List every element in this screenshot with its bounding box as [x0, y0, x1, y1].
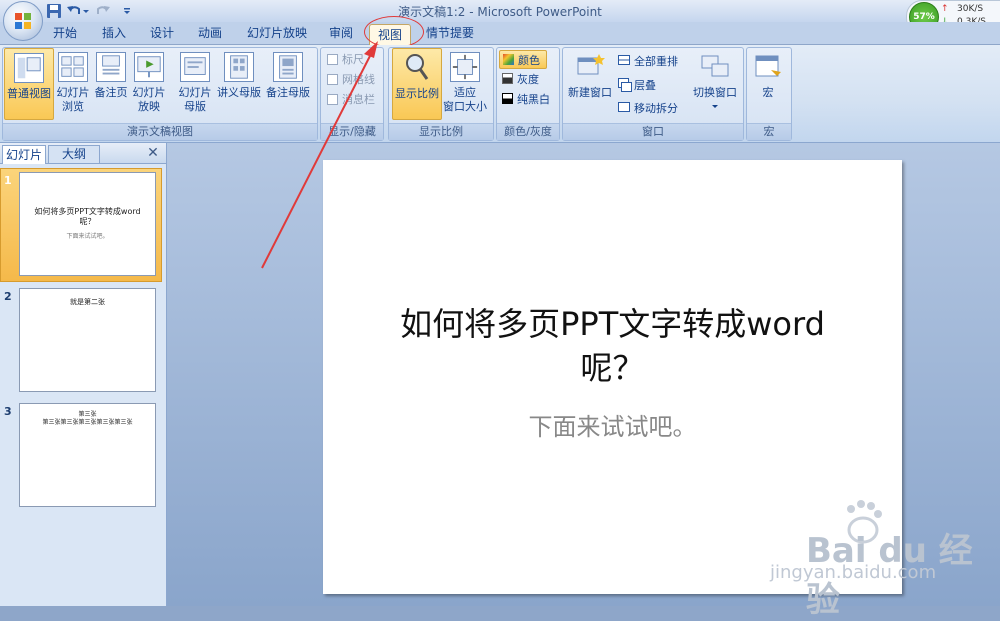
upload-speed: 30K/S	[957, 4, 984, 14]
normal-view-button[interactable]: 普通视图	[4, 48, 54, 120]
move-split-icon	[618, 102, 630, 112]
tab-outline[interactable]: 大纲	[48, 145, 100, 163]
macros-button[interactable]: 宏	[750, 48, 786, 118]
arrange-all-icon	[618, 55, 630, 65]
annotation-circle	[364, 16, 424, 48]
notes-master-icon	[273, 52, 303, 82]
group-label: 窗口	[563, 123, 743, 140]
message-bar-checkbox[interactable]	[327, 94, 338, 105]
slide-sorter-icon	[58, 52, 88, 82]
color-swatch-icon	[503, 54, 514, 65]
grayscale-button[interactable]: 灰度	[499, 70, 555, 87]
slide-show-icon	[134, 52, 164, 82]
ruler-label: 标尺	[342, 53, 364, 66]
switch-window-icon	[701, 55, 729, 77]
notes-page-button[interactable]: 备注页	[92, 48, 130, 118]
switch-window-button[interactable]: 切换窗口	[690, 48, 740, 118]
slide-show-button[interactable]: 幻灯片 放映	[131, 48, 167, 118]
fit-to-window-button[interactable]: 适应 窗口大小	[441, 48, 489, 118]
slide-subtitle[interactable]: 下面来试试吧。	[323, 407, 902, 442]
move-split-button[interactable]: 移动拆分	[617, 99, 687, 116]
tab-animations[interactable]: 动画	[194, 24, 226, 42]
group-label: 颜色/灰度	[497, 123, 559, 140]
color-button[interactable]: 颜色	[499, 50, 547, 69]
slide-master-icon	[180, 52, 210, 82]
watermark-url: jingyan.baidu.com	[770, 562, 937, 583]
arrange-all-button[interactable]: 全部重排	[617, 52, 687, 69]
message-bar-label: 消息栏	[342, 93, 375, 106]
upload-arrow-icon: ↑	[941, 4, 949, 14]
slide-thumbnail-3[interactable]: 第三张 第三张第三张第三张第三张第三张	[19, 403, 156, 507]
tab-home[interactable]: 开始	[49, 24, 81, 42]
slide-sorter-button[interactable]: 幻灯片 浏览	[55, 48, 91, 118]
tab-review[interactable]: 审阅	[325, 24, 357, 42]
tab-slides[interactable]: 幻灯片	[2, 145, 46, 164]
new-window-button[interactable]: 新建窗口	[566, 48, 614, 118]
office-button[interactable]	[3, 1, 43, 41]
ruler-checkbox[interactable]	[327, 54, 338, 65]
slide-number: 2	[4, 290, 12, 303]
gridlines-label: 网格线	[342, 73, 375, 86]
slide-number: 1	[4, 174, 12, 187]
handout-master-button[interactable]: 讲义母版	[215, 48, 263, 118]
cascade-button[interactable]: 层叠	[617, 76, 687, 93]
tab-design[interactable]: 设计	[146, 24, 178, 42]
tab-storyboarding[interactable]: 情节提要	[422, 24, 478, 42]
chevron-down-icon	[712, 105, 718, 108]
window-title: 演示文稿1:2 - Microsoft PowerPoint	[398, 5, 602, 19]
slide-title[interactable]: 如何将多页PPT文字转成word 呢？	[323, 302, 902, 390]
zoom-button[interactable]: 显示比例	[392, 48, 442, 120]
group-label: 宏	[747, 123, 791, 140]
slide-thumbnail-2[interactable]: 就是第二张	[19, 288, 156, 392]
slide-master-button[interactable]: 幻灯片 母版	[176, 48, 214, 118]
tab-insert[interactable]: 插入	[98, 24, 130, 42]
notes-master-button[interactable]: 备注母版	[264, 48, 312, 118]
tab-slide-show[interactable]: 幻灯片放映	[243, 24, 311, 42]
group-label: 演示文稿视图	[3, 123, 317, 140]
slide-number: 3	[4, 405, 12, 418]
normal-view-icon	[14, 53, 44, 83]
macros-icon	[755, 55, 781, 77]
fit-to-window-icon	[450, 52, 480, 82]
close-pane-icon[interactable]: ✕	[146, 145, 160, 161]
grayscale-icon	[502, 73, 513, 84]
black-white-icon	[502, 93, 513, 104]
new-window-icon	[577, 54, 605, 75]
pure-black-white-button[interactable]: 纯黑白	[499, 90, 555, 107]
group-label: 显示/隐藏	[321, 123, 383, 140]
office-logo-icon	[15, 13, 31, 29]
handout-master-icon	[224, 52, 254, 82]
slide-thumbnail-1[interactable]: 如何将多页PPT文字转成word 呢？ 下面来试试吧。	[19, 172, 156, 276]
notes-page-icon	[96, 52, 126, 82]
gridlines-checkbox[interactable]	[327, 74, 338, 85]
magnifier-icon	[406, 54, 429, 80]
group-label: 显示比例	[389, 123, 493, 140]
